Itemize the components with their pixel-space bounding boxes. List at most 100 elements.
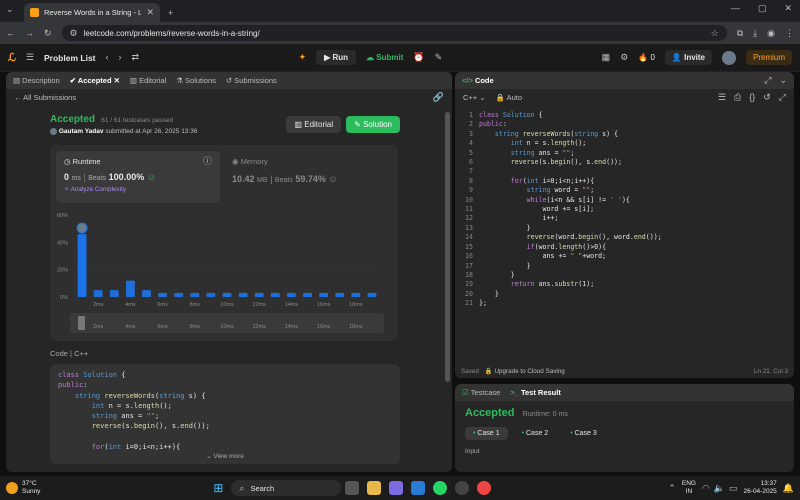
whatsapp-icon[interactable] <box>433 481 448 495</box>
braces-icon[interactable]: {} <box>749 92 755 102</box>
close-icon[interactable]: ✕ <box>146 8 154 17</box>
solution-button[interactable]: ✎ Solution <box>346 116 400 134</box>
analyze-complexity-link[interactable]: ✧ Analyze Complexity <box>64 186 212 193</box>
tab-solutions[interactable]: ⚗ Solutions <box>176 76 216 85</box>
user-avatar[interactable] <box>722 50 736 65</box>
prev-problem-icon[interactable]: ‹ <box>106 53 109 62</box>
fullscreen-icon[interactable]: ⤢ <box>779 92 786 102</box>
range-slider-bar <box>78 316 85 331</box>
volume-icon[interactable]: 🔈 <box>714 483 725 493</box>
debug-icon[interactable]: ✦ <box>299 53 307 62</box>
leetcode-logo-icon[interactable]: ℒ <box>8 51 16 64</box>
case-1-tab[interactable]: • Case 1 <box>465 427 508 440</box>
runtime-box[interactable]: ◷ Runtime ⓘ 0 ms | Beats 100.00% ☺ ✧ Anal… <box>56 151 220 204</box>
reset-icon[interactable]: ↺ <box>763 92 771 102</box>
slider-tick-label: 2ms <box>93 324 104 330</box>
layout-icon[interactable]: ▦ <box>602 53 611 62</box>
bookmark-icon[interactable]: ⎙ <box>734 92 741 102</box>
expand-icon[interactable]: ⤢ <box>764 76 771 85</box>
submit-button[interactable]: ☁ Submit <box>366 53 403 62</box>
code-tab[interactable]: </> Code <box>462 76 494 85</box>
case-2-tab[interactable]: • Case 2 <box>514 427 557 440</box>
code-editor[interactable]: 1 2 3 4 5 6 7 8 9 10 11 12 13 14 15 16 1… <box>455 109 794 361</box>
maximize-icon[interactable]: ▢ <box>758 4 767 13</box>
clock-time[interactable]: 13:37 <box>761 480 777 487</box>
minimize-panel-icon[interactable]: ⌄ <box>779 76 787 85</box>
notes-icon[interactable]: ✎ <box>435 53 443 62</box>
chart-bar <box>142 290 151 298</box>
clock-date: 26-04-2025 <box>743 488 777 495</box>
extensions-icon[interactable]: ⧉ <box>737 28 743 38</box>
slider-tick-label: 12ms <box>252 324 266 330</box>
y-tick-label: 0% <box>60 295 68 301</box>
all-submissions-link[interactable]: ← All Submissions <box>14 93 76 102</box>
next-problem-icon[interactable]: › <box>119 53 122 62</box>
tab-solutions-label: Solutions <box>185 76 216 85</box>
testcase-tab[interactable]: ☑ Testcase <box>462 388 500 397</box>
browser-tab[interactable]: Reverse Words in a String - Lee ✕ <box>24 3 160 22</box>
taskbar-search[interactable]: ⌕ Search <box>231 480 342 496</box>
tab-description[interactable]: ▤ Description <box>13 76 60 85</box>
memory-box[interactable]: ◉ Memory 10.42 MB | Beats 59.74% ☺ <box>230 157 390 197</box>
notification-icon[interactable]: 🔔 <box>783 483 794 493</box>
view-more-button[interactable]: ⌄ View more <box>50 452 400 460</box>
reload-icon[interactable]: ↻ <box>44 28 52 38</box>
info-icon[interactable]: ⓘ <box>203 157 212 166</box>
tab-accepted[interactable]: ✔ Accepted ✕ <box>70 76 120 85</box>
tab-editorial[interactable]: ▥ Editorial <box>130 76 166 85</box>
editor-text[interactable]: class Solution { public: string reverseW… <box>479 111 794 361</box>
tab-search-icon[interactable]: ⌄ <box>6 5 14 14</box>
task-view-icon[interactable] <box>345 481 360 495</box>
test-result-tab[interactable]: >_ Test Result <box>510 388 561 397</box>
slider-tick-label: 16ms <box>317 324 331 330</box>
minimize-icon[interactable]: — <box>731 4 740 13</box>
battery-icon[interactable]: ▭ <box>729 483 738 493</box>
tab-submissions[interactable]: ↺ Submissions <box>226 76 277 85</box>
copilot-icon[interactable] <box>389 481 404 495</box>
case-3-tab[interactable]: • Case 3 <box>562 427 605 440</box>
weather-sun-icon <box>6 482 18 494</box>
address-bar[interactable]: ⚙ leetcode.com/problems/reverse-words-in… <box>61 25 727 41</box>
code-lang: C++ <box>74 349 89 359</box>
store-icon[interactable] <box>411 481 426 495</box>
language-select[interactable]: C++ ⌄ <box>463 93 486 102</box>
search-icon: ⌕ <box>239 482 245 493</box>
forward-icon[interactable]: → <box>25 28 34 38</box>
x-tick-label: 2ms <box>93 302 104 308</box>
show-hidden-icons[interactable]: ⌃ <box>668 483 676 493</box>
streak-counter[interactable]: 🔥 0 <box>638 53 655 62</box>
shuffle-icon[interactable]: ⇄ <box>132 53 140 62</box>
weather-widget[interactable]: 37°C Sunny <box>6 480 40 496</box>
upgrade-link[interactable]: 🔒 Upgrade to Cloud Saving <box>485 367 565 375</box>
streak-count: 0 <box>650 53 655 62</box>
invite-button[interactable]: 👤 Invite <box>664 50 712 65</box>
editorial-button[interactable]: ▥ Editorial <box>286 116 342 134</box>
windows-start-icon[interactable]: ⊞ <box>213 481 223 495</box>
bookmark-star-icon[interactable]: ☆ <box>711 28 719 38</box>
profile-avatar-icon[interactable]: ◉ <box>767 28 775 38</box>
language-code[interactable]: ENG <box>682 480 696 487</box>
run-button[interactable]: ▶ Run <box>316 50 357 65</box>
slider-tick-label: 10ms <box>220 324 234 330</box>
back-icon[interactable]: ← <box>6 28 15 38</box>
timer-icon[interactable]: ⏰ <box>413 53 424 62</box>
auto-mode[interactable]: 🔒 Auto <box>496 93 522 102</box>
chrome-icon[interactable] <box>477 481 492 495</box>
left-scrollbar[interactable] <box>445 112 450 382</box>
menu-icon[interactable]: ⋮ <box>785 28 794 38</box>
premium-button[interactable]: Premium <box>746 50 793 65</box>
site-info-icon[interactable]: ⚙ <box>70 28 78 38</box>
submitter-name[interactable]: Gautam Yadav <box>59 128 104 135</box>
file-explorer-icon[interactable] <box>367 481 382 495</box>
close-window-icon[interactable]: ✕ <box>784 4 792 13</box>
chatgpt-icon[interactable] <box>455 481 470 495</box>
format-icon[interactable]: ☰ <box>718 92 726 102</box>
download-icon[interactable]: ⤓ <box>753 28 757 38</box>
new-tab-icon[interactable]: + <box>168 9 173 18</box>
saved-status: Saved <box>461 367 479 375</box>
settings-icon[interactable]: ⚙ <box>620 53 628 62</box>
test-tab-bar: ☑ Testcase >_ Test Result <box>455 384 794 401</box>
wifi-icon[interactable]: ◠ <box>702 483 710 493</box>
problem-list-link[interactable]: Problem List <box>44 53 95 63</box>
link-icon[interactable]: 🔗 <box>433 92 444 102</box>
